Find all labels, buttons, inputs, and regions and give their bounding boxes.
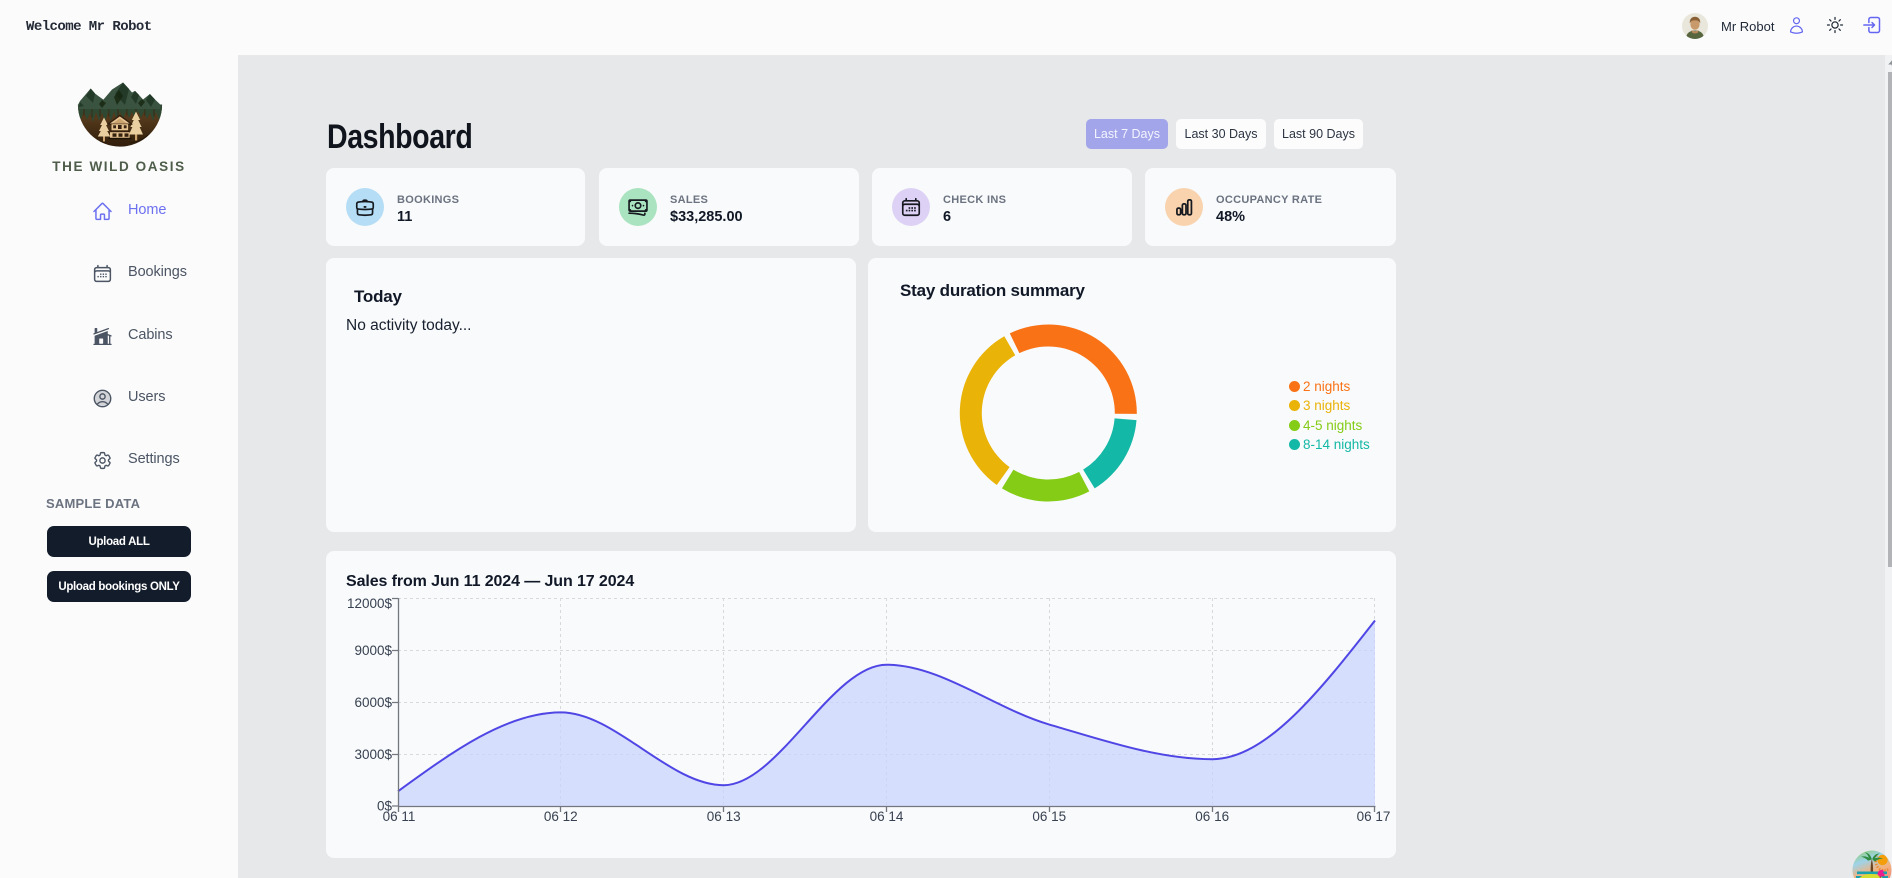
svg-text:06 17: 06 17 bbox=[1357, 809, 1391, 824]
svg-text:06 16: 06 16 bbox=[1195, 809, 1229, 824]
svg-text:06 15: 06 15 bbox=[1032, 809, 1066, 824]
svg-text:9000$: 9000$ bbox=[354, 643, 392, 658]
svg-text:06 11: 06 11 bbox=[383, 809, 416, 824]
svg-text:6000$: 6000$ bbox=[354, 695, 392, 710]
svg-text:06 14: 06 14 bbox=[870, 809, 904, 824]
svg-text:06 12: 06 12 bbox=[544, 809, 578, 824]
svg-text:12000$: 12000$ bbox=[347, 596, 393, 611]
svg-text:3000$: 3000$ bbox=[354, 747, 392, 762]
svg-text:06 13: 06 13 bbox=[707, 809, 741, 824]
